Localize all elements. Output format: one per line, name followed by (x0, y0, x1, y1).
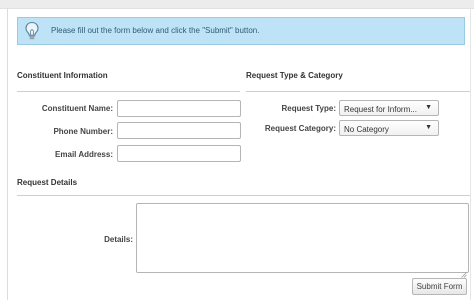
request-type-label: Request Type: (281, 104, 336, 113)
details-label: Details: (104, 235, 133, 244)
request-category-select[interactable]: No Category ▼ (339, 120, 439, 136)
resize-grip-icon[interactable] (461, 265, 467, 278)
details-textarea[interactable] (136, 203, 469, 278)
request-details-title: Request Details (17, 178, 78, 187)
request-type-category-divider (246, 91, 470, 92)
phone-number-label: Phone Number: (53, 127, 113, 136)
phone-number-input[interactable] (117, 122, 241, 139)
constituent-info-divider (17, 91, 240, 92)
request-category-value: No Category (344, 125, 389, 134)
submit-form-button[interactable]: Submit Form (412, 278, 467, 295)
info-notice: Please fill out the form below and click… (17, 17, 465, 45)
frame-border-left (7, 8, 8, 300)
constituent-info-title: Constituent Information (17, 71, 108, 80)
request-type-category-title: Request Type & Category (246, 71, 343, 80)
email-address-input[interactable] (117, 145, 241, 162)
constituent-name-label: Constituent Name: (41, 104, 113, 113)
email-address-label: Email Address: (55, 150, 113, 159)
dropdown-arrow-icon: ▼ (425, 124, 432, 131)
request-category-label: Request Category: (264, 124, 336, 133)
request-type-select[interactable]: Request for Inform... ▼ (339, 100, 439, 116)
constituent-name-input[interactable] (117, 100, 241, 117)
dropdown-arrow-icon: ▼ (425, 104, 432, 111)
request-details-divider (17, 195, 470, 196)
frame-border-right (470, 8, 471, 300)
request-type-value: Request for Inform... (344, 105, 417, 114)
lightbulb-icon (23, 21, 41, 41)
top-bar (0, 0, 474, 9)
info-notice-text: Please fill out the form below and click… (51, 26, 260, 35)
